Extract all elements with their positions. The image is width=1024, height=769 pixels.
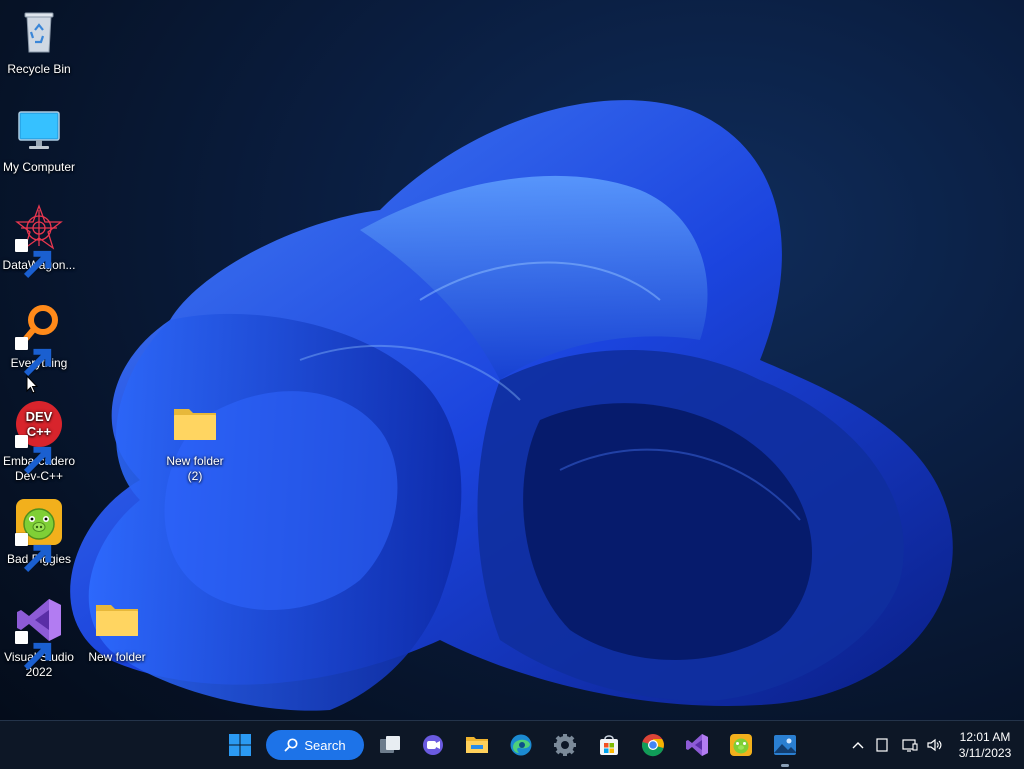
desktop-icon-recycle-bin[interactable]: Recycle Bin (0, 8, 78, 77)
desktop-icon-bad-piggies[interactable]: Bad Piggies (0, 498, 78, 573)
desktop-icon-visual-studio[interactable]: Visual Studio 2022 (0, 596, 78, 680)
shortcut-arrow-icon (15, 533, 52, 573)
chrome-icon (641, 734, 664, 757)
network-icon (902, 739, 918, 752)
edge-button[interactable] (505, 729, 537, 761)
recycle-bin-icon (15, 8, 63, 56)
store-button[interactable] (593, 729, 625, 761)
desktop-icon-new-folder[interactable]: New folder (78, 596, 156, 665)
folder-icon (93, 596, 141, 644)
visual-studio-icon (686, 734, 708, 756)
magnifier-icon (15, 302, 63, 377)
volume-icon (927, 738, 942, 752)
chat-icon (423, 735, 443, 755)
show-hidden-icons-button[interactable] (848, 735, 868, 755)
bad-piggies-icon (730, 734, 752, 756)
search-icon (284, 738, 298, 752)
shortcut-arrow-icon (15, 337, 52, 377)
shortcut-arrow-icon (15, 435, 52, 475)
desktop-icon-label: New folder (88, 650, 146, 664)
desktop-icon-label: Recycle Bin (7, 62, 71, 76)
edge-icon (510, 734, 532, 756)
chat-button[interactable] (417, 729, 449, 761)
volume-button[interactable] (924, 735, 944, 755)
start-button[interactable] (224, 729, 256, 761)
running-indicator (781, 764, 789, 767)
settings-icon (554, 734, 576, 756)
svg-text:DEV: DEV (26, 409, 53, 424)
settings-button[interactable] (549, 729, 581, 761)
desktop-icon-label: My Computer (2, 160, 76, 174)
store-icon (600, 735, 618, 755)
start-icon (229, 734, 251, 756)
visual-studio-icon (15, 596, 63, 671)
task-view-icon (380, 736, 400, 753)
shortcut-arrow-icon (15, 631, 52, 671)
devcpp-icon: DEV C++ (15, 400, 63, 475)
tray-app-button[interactable] (872, 735, 892, 755)
datawagon-icon (15, 204, 63, 279)
desktop-icon-new-folder-2[interactable]: New folder (2) (156, 400, 234, 484)
monitor-icon (15, 106, 63, 154)
chevron-up-icon (852, 742, 864, 749)
folder-icon (171, 400, 219, 448)
search-button[interactable]: Search (266, 730, 364, 760)
tablet-icon (876, 738, 888, 752)
clock-date: 3/11/2023 (958, 746, 1012, 760)
clock[interactable]: 12:01 AM 3/11/2023 (950, 729, 1020, 761)
task-view-button[interactable] (374, 729, 406, 761)
clock-time: 12:01 AM (959, 730, 1011, 744)
visual-studio-button[interactable] (681, 729, 713, 761)
network-button[interactable] (900, 735, 920, 755)
desktop-icon-everything[interactable]: Everything (0, 302, 78, 377)
bad-piggies-icon (15, 498, 63, 573)
desktop-icon-my-computer[interactable]: My Computer (0, 106, 78, 175)
file-explorer-icon (466, 737, 488, 753)
desktop-icon-devcpp[interactable]: DEV C++ Embarcadero Dev-C++ (0, 400, 78, 484)
file-explorer-button[interactable] (461, 729, 493, 761)
photos-button[interactable] (769, 729, 801, 767)
chrome-button[interactable] (637, 729, 669, 761)
taskbar: Search 12:01 AM 3/11/2023 (0, 720, 1024, 769)
shortcut-arrow-icon (15, 239, 52, 279)
desktop-icon-datawagon[interactable]: DataWagon... (0, 204, 78, 279)
photos-icon (774, 735, 796, 755)
bad-piggies-button[interactable] (725, 729, 757, 761)
desktop-icon-label: New folder (2) (166, 454, 224, 483)
mouse-pointer-icon (26, 375, 38, 394)
search-label: Search (304, 737, 346, 753)
